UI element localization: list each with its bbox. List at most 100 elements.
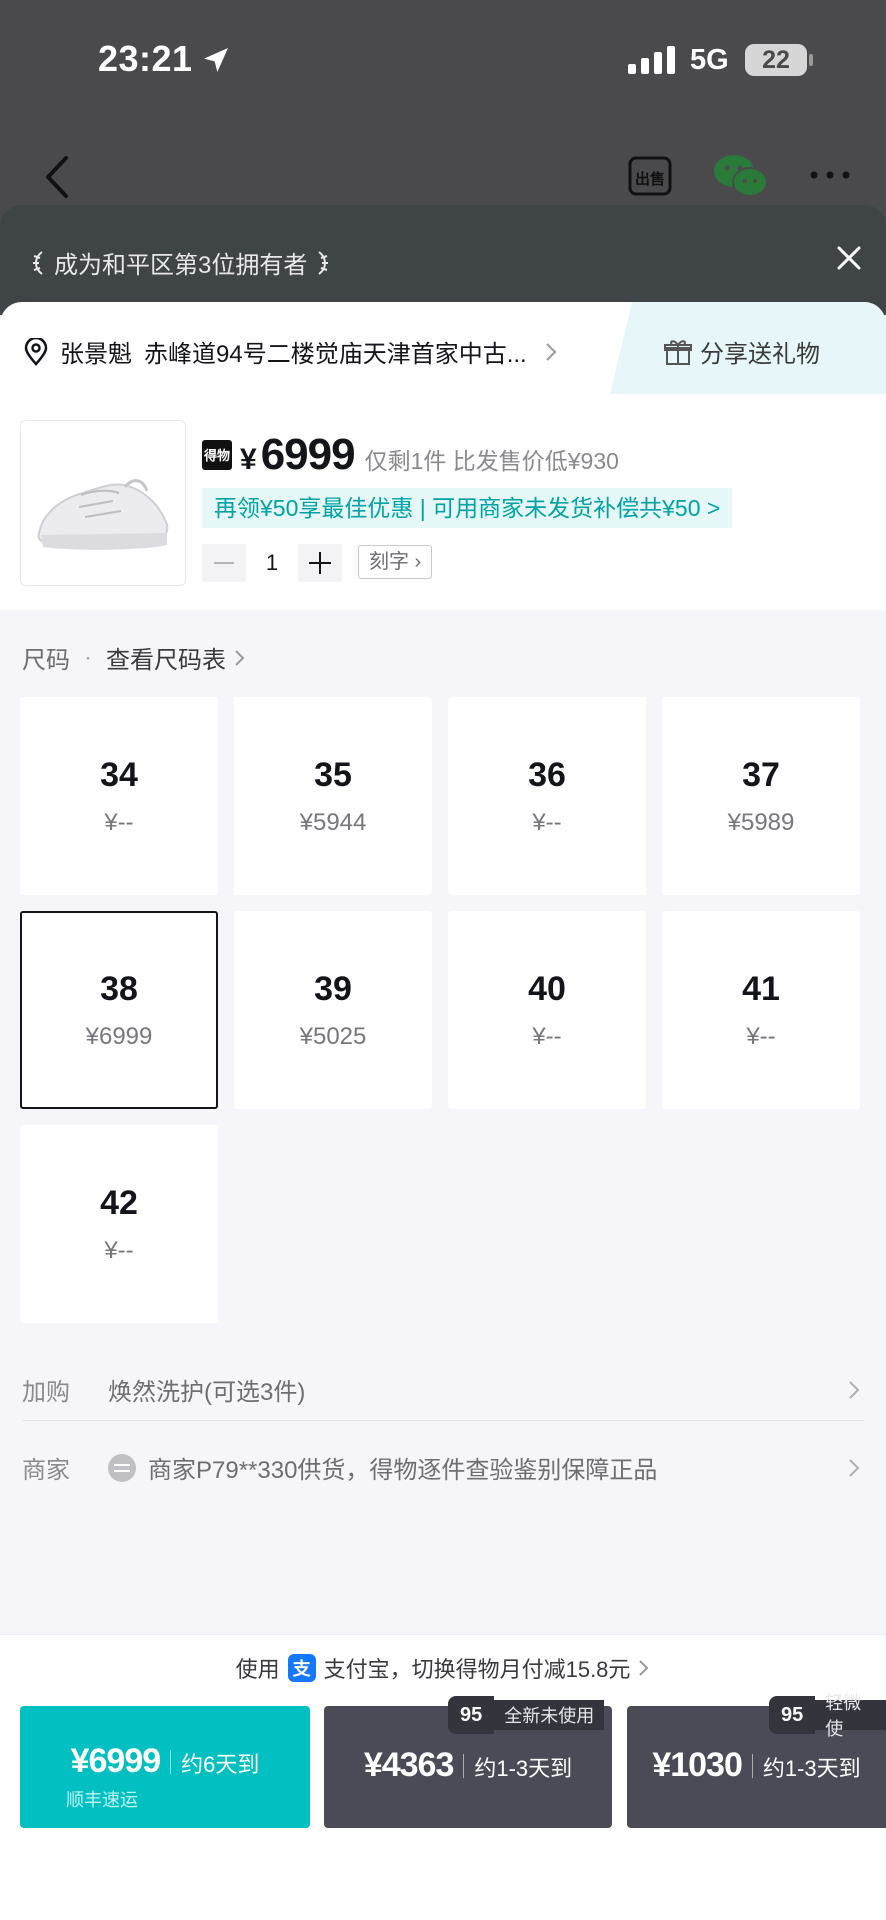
- size-label: 尺码: [22, 647, 70, 674]
- divider: [22, 1420, 864, 1421]
- merchant-icon: [108, 1453, 136, 1482]
- chevron-right-icon: [849, 1380, 860, 1399]
- buy-button-95-used[interactable]: 95 轻微使 ¥1030 约1-3天到: [627, 1693, 886, 1828]
- currency-symbol: ¥: [240, 443, 257, 476]
- dewu-badge: 得物: [202, 440, 232, 470]
- size-number: 38: [100, 969, 138, 1008]
- buy-line: ¥1030 约1-3天到: [627, 1746, 886, 1785]
- size-number: 39: [314, 969, 352, 1008]
- laurel-left-icon: [33, 250, 43, 275]
- more-icon[interactable]: [808, 168, 852, 182]
- sneaker-image: [37, 479, 169, 550]
- buy-button-new[interactable]: ¥6999 约6天到 顺丰速运: [20, 1706, 310, 1828]
- battery-tip: [809, 54, 813, 66]
- size-number: 42: [100, 1183, 138, 1222]
- buy-eta: 约6天到: [181, 1752, 260, 1777]
- grade-number: 95: [448, 1696, 495, 1734]
- battery-icon: 22: [745, 44, 807, 76]
- shipping-carrier: 顺丰速运: [66, 1790, 138, 1810]
- gift-icon: [664, 339, 692, 365]
- size-price: ¥--: [532, 1022, 562, 1050]
- grade-number: 95: [769, 1696, 816, 1734]
- size-option[interactable]: 41 ¥--: [662, 911, 860, 1109]
- separator: [170, 1749, 172, 1774]
- merchant-value-wrap: 商家P79**330供货，得物逐件查验鉴别保障正品: [108, 1450, 844, 1485]
- separator: [751, 1753, 753, 1778]
- size-price: ¥5025: [299, 1022, 367, 1050]
- sell-icon[interactable]: 出售: [628, 152, 672, 200]
- address-detail: 赤峰道94号二楼觉庙天津首家中古...: [144, 341, 527, 368]
- size-price: ¥--: [746, 1022, 776, 1050]
- quantity-stepper: 1: [202, 544, 342, 582]
- buy-eta: 约1-3天到: [474, 1756, 573, 1781]
- size-price: ¥6999: [85, 1022, 153, 1050]
- merchant-value: 商家P79**330供货，得物逐件查验鉴别保障正品: [148, 1457, 658, 1484]
- buy-price: ¥4363: [363, 1746, 455, 1784]
- back-icon[interactable]: [42, 154, 72, 200]
- size-price: ¥5989: [727, 808, 795, 836]
- chevron-right-icon: [639, 1660, 649, 1676]
- grade-tag: 95 轻微使: [769, 1693, 886, 1739]
- location-arrow-icon: [204, 48, 228, 72]
- product-thumbnail[interactable]: [20, 420, 186, 586]
- merchant-row[interactable]: 商家 商家P79**330供货，得物逐件查验鉴别保障正品: [22, 1450, 864, 1485]
- increase-button[interactable]: [298, 544, 342, 582]
- payment-text: 支付宝，切换得物月付减15.8元: [323, 1657, 631, 1682]
- size-number: 37: [742, 755, 780, 794]
- minus-icon: [214, 562, 234, 564]
- addon-row[interactable]: 加购 焕然洗护(可选3件): [22, 1372, 864, 1407]
- size-option[interactable]: 36 ¥--: [448, 697, 646, 895]
- quantity-value: 1: [265, 550, 279, 575]
- chevron-right-icon: [849, 1458, 860, 1477]
- size-option[interactable]: 39 ¥5025: [234, 911, 432, 1109]
- grade-tag: 95 全新未使用: [448, 1696, 605, 1734]
- close-icon[interactable]: [836, 245, 862, 271]
- size-option[interactable]: 37 ¥5989: [662, 697, 860, 895]
- owner-banner: 成为和平区第3位拥有者: [0, 205, 886, 315]
- wechat-icon[interactable]: [712, 152, 768, 200]
- engrave-button[interactable]: 刻字 ›: [358, 545, 433, 579]
- payment-prefix: 使用: [235, 1657, 280, 1682]
- addon-key: 加购: [22, 1379, 70, 1406]
- size-option[interactable]: 40 ¥--: [448, 911, 646, 1109]
- alipay-icon: 支: [287, 1654, 316, 1682]
- size-chart-link[interactable]: 查看尺码表: [106, 640, 226, 675]
- address-name: 张景魁: [60, 341, 132, 368]
- size-number: 40: [528, 969, 566, 1008]
- separator-dot: ·: [84, 643, 92, 671]
- size-option[interactable]: 42 ¥--: [20, 1125, 218, 1323]
- chevron-right-icon: [235, 649, 245, 666]
- grade-label: 全新未使用: [494, 1700, 605, 1730]
- grade-label: 轻微使: [815, 1693, 886, 1739]
- price-note: 仅剩1件 比发售价低¥930: [364, 448, 619, 474]
- addon-value: 焕然洗护(可选3件): [108, 1379, 306, 1406]
- chevron-right-icon: [545, 342, 557, 361]
- payment-switch-row[interactable]: 使用 支 支付宝，切换得物月付减15.8元: [0, 1652, 886, 1684]
- size-number: 36: [528, 755, 566, 794]
- share-gift-label: 分享送礼物: [700, 341, 820, 368]
- buy-line: ¥4363 约1-3天到: [324, 1746, 612, 1785]
- size-section-header: 尺码 · 查看尺码表: [22, 640, 246, 675]
- engrave-label: 刻字: [369, 551, 409, 573]
- buy-button-95-new[interactable]: 95 全新未使用 ¥4363 约1-3天到: [324, 1696, 612, 1828]
- size-price: ¥5944: [299, 808, 367, 836]
- size-option-selected[interactable]: 38 ¥6999: [20, 911, 218, 1109]
- size-option[interactable]: 35 ¥5944: [234, 697, 432, 895]
- product-price: 6999: [260, 430, 356, 479]
- share-gift-tab[interactable]: 分享送礼物: [610, 302, 886, 394]
- laurel-right-icon: [318, 250, 329, 275]
- plus-icon: [309, 552, 331, 574]
- share-gift-wrap: 分享送礼物: [664, 334, 820, 369]
- separator: [463, 1753, 465, 1778]
- size-grid: 34 ¥-- 35 ¥5944 36 ¥-- 37 ¥5989 38 ¥6999 39 ¥5…: [20, 697, 866, 1323]
- signal-icon: [628, 46, 675, 74]
- size-option[interactable]: 34 ¥--: [20, 697, 218, 895]
- size-price: ¥--: [104, 808, 134, 836]
- buy-line: ¥6999 约6天到: [20, 1742, 310, 1781]
- size-price: ¥--: [532, 808, 562, 836]
- address-row[interactable]: 张景魁 赤峰道94号二楼觉庙天津首家中古...: [24, 334, 557, 369]
- decrease-button[interactable]: [202, 544, 246, 582]
- promo-banner[interactable]: 再领¥50享最佳优惠 | 可用商家未发货补偿共¥50 >: [202, 488, 733, 528]
- size-price: ¥--: [104, 1236, 134, 1264]
- size-number: 34: [100, 755, 138, 794]
